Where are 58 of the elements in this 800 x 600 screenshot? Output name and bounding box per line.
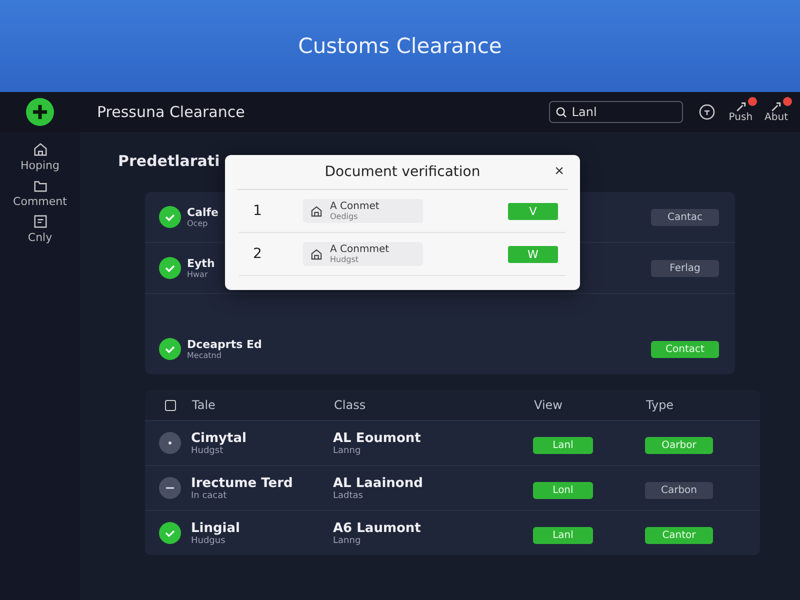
arrow-icon <box>736 102 746 112</box>
item-subtitle: Ocep <box>187 219 209 228</box>
column-header: Type <box>646 398 675 412</box>
class-text: AL Laainond <box>333 476 424 490</box>
app-title: Customs Clearance <box>298 34 502 58</box>
row-title: Cimytal <box>191 430 248 446</box>
item-title: Eyth <box>187 257 215 270</box>
search-icon <box>556 107 567 118</box>
note-icon <box>32 214 48 229</box>
select-all-checkbox[interactable] <box>165 400 176 410</box>
row-subtitle: Hudgst <box>191 446 224 456</box>
item-title: Dceaprts Ed <box>187 338 262 351</box>
sidebar-item[interactable]: Comment <box>13 178 67 208</box>
plus-icon[interactable] <box>26 98 54 126</box>
close-button[interactable]: × <box>554 163 564 181</box>
item-subtitle: Hwar <box>187 270 209 279</box>
document-name: A Conmmet <box>330 244 390 255</box>
sidebar-item[interactable]: Hoping <box>20 142 60 172</box>
dialog-title: Document verification <box>324 164 480 180</box>
page-title: Pressuna Clearance <box>97 103 246 121</box>
folder-icon <box>32 178 48 193</box>
class-text: A6 Laumont <box>333 520 422 536</box>
type-button[interactable]: Carbon <box>645 482 713 498</box>
document-name: A Conmet <box>330 201 380 212</box>
item-subtitle: Mecatnd <box>187 351 222 360</box>
check-icon <box>159 338 181 360</box>
row-title: Irectume Terd <box>191 476 294 490</box>
sidebar-item[interactable]: Cnly <box>28 214 52 244</box>
class-text: AL Eoumont <box>333 430 422 446</box>
row-subtitle: In cacat <box>191 490 228 500</box>
status-icon <box>159 522 181 544</box>
contact-button[interactable]: Ferlag <box>651 260 719 276</box>
class-subtitle: Lanng <box>333 536 362 546</box>
toolbar-button[interactable]: Push <box>728 102 753 122</box>
toolbar-button[interactable]: Abut <box>764 102 788 122</box>
building-icon <box>311 248 322 260</box>
row-number: 2 <box>252 246 263 262</box>
contact-button[interactable]: Cantac <box>651 208 719 226</box>
check-icon <box>159 206 181 228</box>
document-detail: Hudgst <box>330 255 360 264</box>
arrow-icon <box>771 102 782 112</box>
row-title: Lingial <box>191 520 241 536</box>
class-subtitle: Ladtas <box>333 490 364 500</box>
row-number: 1 <box>252 203 263 219</box>
column-header: Class <box>334 398 367 412</box>
search-field[interactable]: Lanl <box>548 101 683 123</box>
section-heading: Predetlarati <box>118 152 220 170</box>
document-detail: Oedigs <box>330 212 359 221</box>
status-icon <box>159 432 181 454</box>
column-header: View <box>534 398 564 412</box>
column-header: Tale <box>192 398 216 412</box>
class-subtitle: Lanng <box>333 446 362 456</box>
building-icon <box>311 206 322 216</box>
row-subtitle: Hudgus <box>191 536 226 546</box>
item-title: Calfe <box>187 206 219 219</box>
status-icon <box>159 477 181 499</box>
house-icon <box>32 142 48 157</box>
check-icon <box>159 257 181 279</box>
